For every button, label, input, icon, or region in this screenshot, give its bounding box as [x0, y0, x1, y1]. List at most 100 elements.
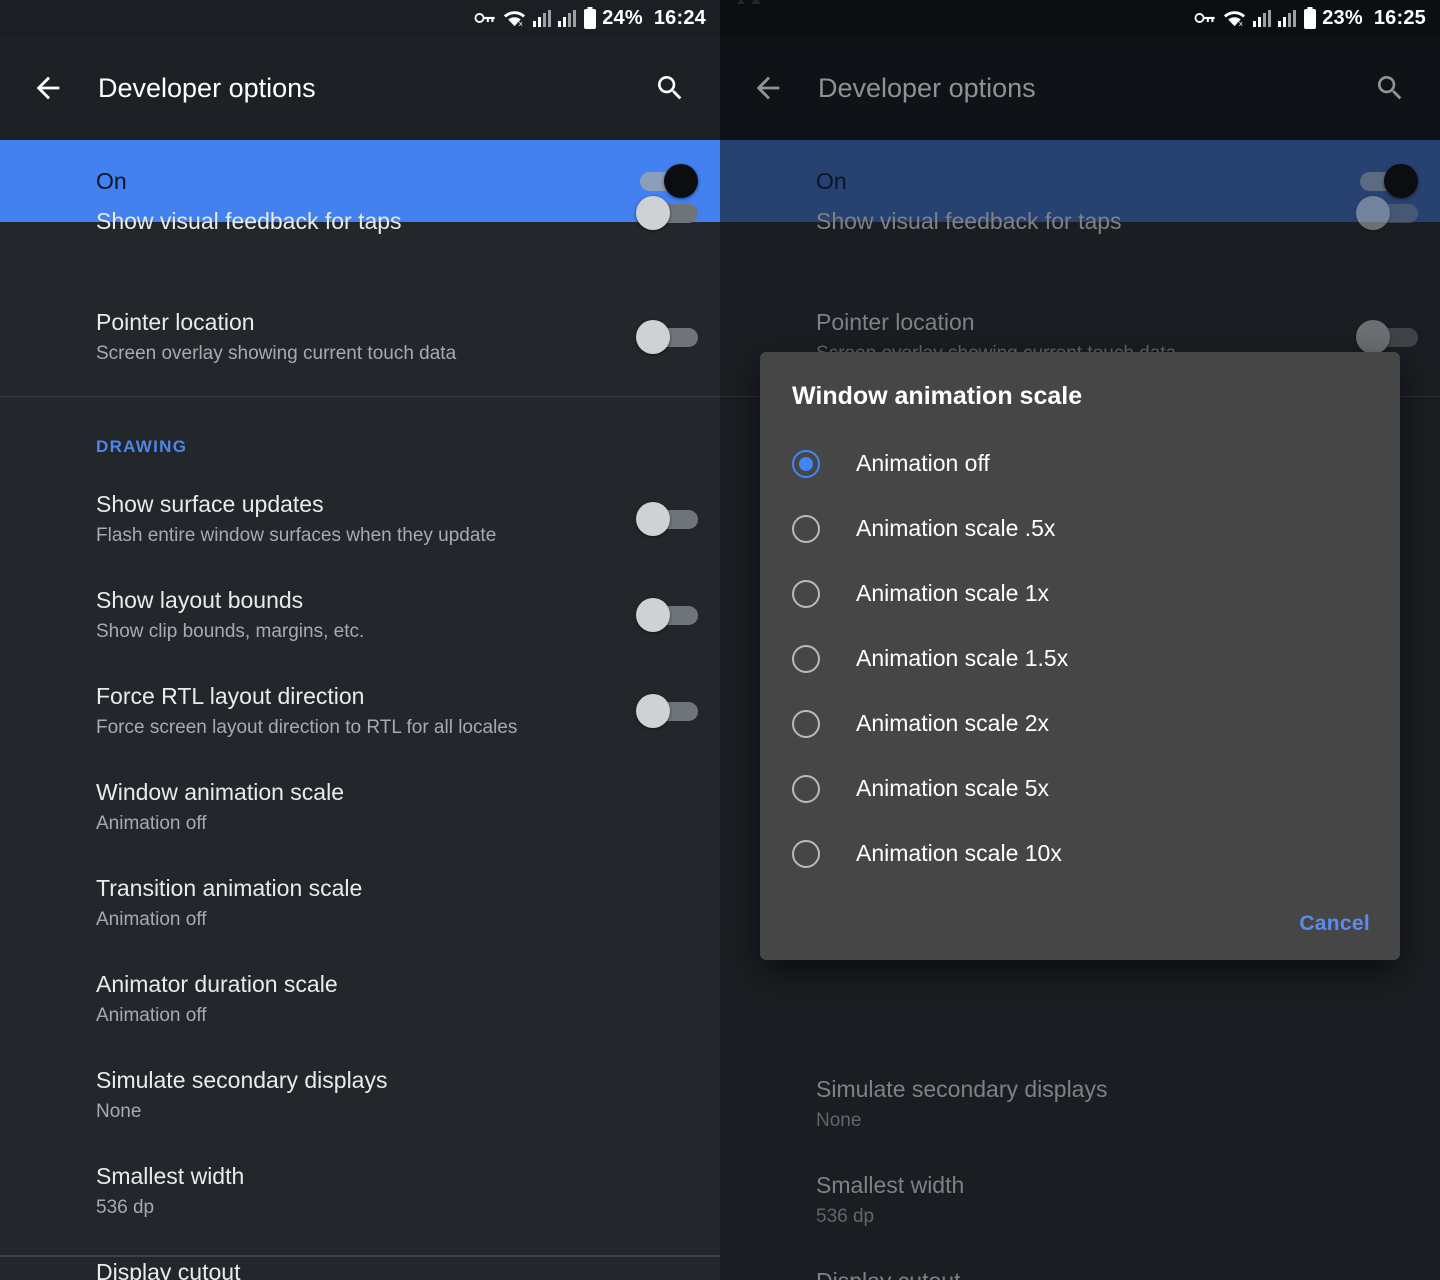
show-visual-feedback-toggle[interactable] [1356, 196, 1418, 230]
dialog-actions: Cancel [760, 886, 1400, 946]
page-title: Developer options [98, 72, 316, 103]
dialog-option-scale-5x[interactable]: Animation scale 5x [760, 756, 1400, 821]
list-item-summary: Flash entire window surfaces when they u… [96, 525, 497, 546]
list-item-pointer-location[interactable]: Pointer location Screen overlay showing … [0, 278, 720, 396]
bottom-divider [720, 1255, 1440, 1257]
list-item-show-surface-updates[interactable]: Show surface updates Flash entire window… [0, 471, 720, 567]
left-screen: x 24% 16:24 Developer options On Show vi… [0, 0, 720, 1280]
list-item-summary: None [816, 1110, 862, 1131]
dual-screenshot-comparison: x 24% 16:24 Developer options On Show vi… [0, 0, 1440, 1280]
switch-thumb [1356, 196, 1390, 230]
clock: 16:25 [1373, 6, 1426, 29]
show-visual-feedback-toggle[interactable] [636, 196, 698, 230]
list-item-title: Window animation scale [96, 779, 345, 805]
switch-thumb [636, 502, 670, 536]
list-item-simulate-secondary-displays[interactable]: Simulate secondary displays None [720, 1056, 1440, 1152]
list-item-title: Show visual feedback for taps [816, 208, 1122, 234]
show-surface-updates-toggle[interactable] [636, 502, 698, 536]
radio-button-icon[interactable] [792, 774, 820, 803]
master-switch-toggle[interactable] [636, 164, 698, 198]
list-item-display-cutout[interactable]: Display cutout Device default [0, 1239, 720, 1280]
list-item-window-animation-scale[interactable]: Window animation scale Animation off [0, 759, 720, 855]
switch-thumb [636, 694, 670, 728]
list-item-smallest-width[interactable]: Smallest width 536 dp [720, 1152, 1440, 1248]
dialog-option-animation-off[interactable]: Animation off [760, 431, 1400, 496]
list-item-show-visual-feedback[interactable]: Show visual feedback for taps [0, 196, 720, 278]
dialog-option-label: Animation scale 2x [856, 710, 1050, 736]
list-item-smallest-width[interactable]: Smallest width 536 dp [0, 1143, 720, 1239]
svg-text:x: x [1239, 19, 1243, 27]
dialog-title: Window animation scale [792, 382, 1083, 410]
dialog-option-label: Animation scale 10x [856, 840, 1062, 866]
dialog-option-label: Animation scale 5x [856, 775, 1050, 801]
radio-button-icon[interactable] [792, 514, 820, 543]
right-screen: x 23% 16:25 Developer options On Show vi… [720, 0, 1440, 1280]
app-bar: Developer options [720, 36, 1440, 140]
cancel-button[interactable]: Cancel [1299, 912, 1370, 936]
svg-text:x: x [519, 19, 523, 27]
switch-thumb [636, 320, 670, 354]
list-item-simulate-secondary-displays[interactable]: Simulate secondary displays None [0, 1047, 720, 1143]
list-item-title: Transition animation scale [96, 875, 363, 901]
arrow-back-icon[interactable] [20, 60, 76, 116]
list-item-summary: Animation off [96, 909, 207, 930]
clock: 16:24 [653, 6, 706, 29]
switch-thumb [1356, 320, 1390, 354]
battery-icon [583, 7, 597, 29]
master-switch-toggle[interactable] [1356, 164, 1418, 198]
show-layout-bounds-toggle[interactable] [636, 598, 698, 632]
list-item-transition-animation-scale[interactable]: Transition animation scale Animation off [0, 855, 720, 951]
status-bar: x 23% 16:25 [720, 0, 1440, 36]
signal-bars-icon [558, 9, 577, 27]
dialog-option-scale-2x[interactable]: Animation scale 2x [760, 691, 1400, 756]
switch-thumb [636, 196, 670, 230]
list-item-summary: None [96, 1101, 142, 1122]
switch-thumb [1384, 164, 1418, 198]
list-item-title: Smallest width [816, 1172, 965, 1198]
dialog-option-scale-1point5x[interactable]: Animation scale 1.5x [760, 626, 1400, 691]
pointer-location-toggle[interactable] [636, 320, 698, 354]
vpn-key-icon [1194, 10, 1216, 26]
wifi-off-icon: x [503, 9, 526, 27]
list-item-show-visual-feedback[interactable]: Show visual feedback for taps [720, 196, 1440, 278]
list-item-title: Display cutout [816, 1266, 1418, 1280]
settings-list: Show visual feedback for taps Pointer lo… [0, 196, 720, 1280]
list-item-title: Pointer location [96, 309, 255, 335]
list-item-force-rtl[interactable]: Force RTL layout direction Force screen … [0, 663, 720, 759]
switch-thumb [664, 164, 698, 198]
dialog-option-scale-1x[interactable]: Animation scale 1x [760, 561, 1400, 626]
dialog-option-label: Animation scale .5x [856, 515, 1056, 541]
page-title: Developer options [818, 72, 1036, 103]
pointer-location-toggle[interactable] [1356, 320, 1418, 354]
dialog-option-label: Animation scale 1.5x [856, 645, 1069, 671]
list-item-title: Show visual feedback for taps [96, 208, 402, 234]
search-icon[interactable] [1362, 60, 1418, 116]
dialog-option-scale-10x[interactable]: Animation scale 10x [760, 821, 1400, 886]
window-animation-scale-dialog: Window animation scale Animation off Ani… [760, 352, 1400, 960]
arrow-back-icon[interactable] [740, 60, 796, 116]
radio-button-icon[interactable] [792, 449, 820, 478]
list-item-animator-duration-scale[interactable]: Animator duration scale Animation off [0, 951, 720, 1047]
radio-button-icon[interactable] [792, 839, 820, 868]
list-item-title: Animator duration scale [96, 971, 338, 997]
radio-button-icon[interactable] [792, 709, 820, 738]
list-item-title: Simulate secondary displays [96, 1067, 388, 1093]
list-item-display-cutout[interactable]: Display cutout Device default [720, 1248, 1440, 1280]
list-item-summary: Force screen layout direction to RTL for… [96, 717, 518, 738]
section-header-drawing: DRAWING [96, 437, 188, 456]
list-item-title: Show layout bounds [96, 587, 304, 613]
list-item-summary: Animation off [96, 813, 207, 834]
battery-percent: 24% [602, 6, 643, 29]
dialog-option-scale-point5x[interactable]: Animation scale .5x [760, 496, 1400, 561]
radio-button-icon[interactable] [792, 579, 820, 608]
battery-percent: 23% [1322, 6, 1363, 29]
force-rtl-toggle[interactable] [636, 694, 698, 728]
search-icon[interactable] [642, 60, 698, 116]
status-bar: x 24% 16:24 [0, 0, 720, 36]
list-item-title: Smallest width [96, 1163, 245, 1189]
bottom-divider [0, 1255, 720, 1257]
list-item-title: Show surface updates [96, 491, 324, 517]
radio-button-icon[interactable] [792, 644, 820, 673]
switch-thumb [636, 598, 670, 632]
list-item-show-layout-bounds[interactable]: Show layout bounds Show clip bounds, mar… [0, 567, 720, 663]
